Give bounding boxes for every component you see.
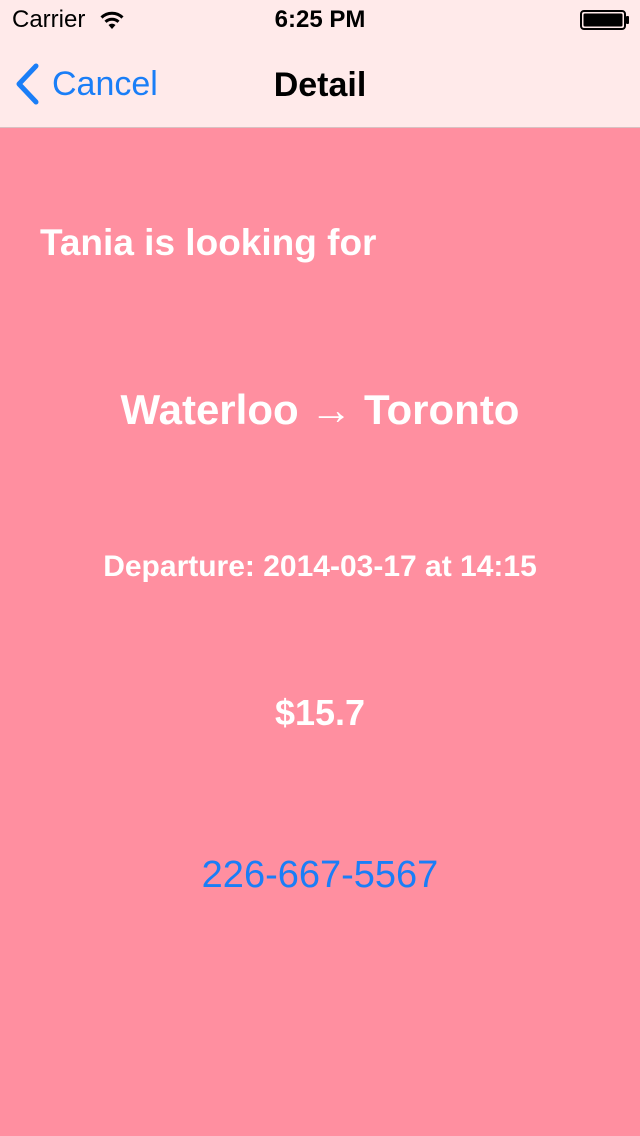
detail-screen: Carrier 6:25 PM Cancel Detail Tania is l… xyxy=(0,0,640,1136)
route-text: Waterloo → Toronto xyxy=(120,386,520,433)
navigation-bar: Cancel Detail xyxy=(0,40,640,128)
looking-for-text: Tania is looking for xyxy=(40,222,377,263)
page-title: Detail xyxy=(273,66,367,104)
top-bar: Carrier 6:25 PM Cancel Detail xyxy=(0,0,640,128)
status-bar: Carrier 6:25 PM xyxy=(0,0,640,40)
departure-text: Departure: 2014-03-17 at 14:15 xyxy=(103,550,537,583)
price-text: $15.7 xyxy=(274,692,366,733)
phone-number-link[interactable]: 226-667-5567 xyxy=(0,854,640,897)
status-time: 6:25 PM xyxy=(274,6,366,33)
battery-icon xyxy=(580,10,629,30)
